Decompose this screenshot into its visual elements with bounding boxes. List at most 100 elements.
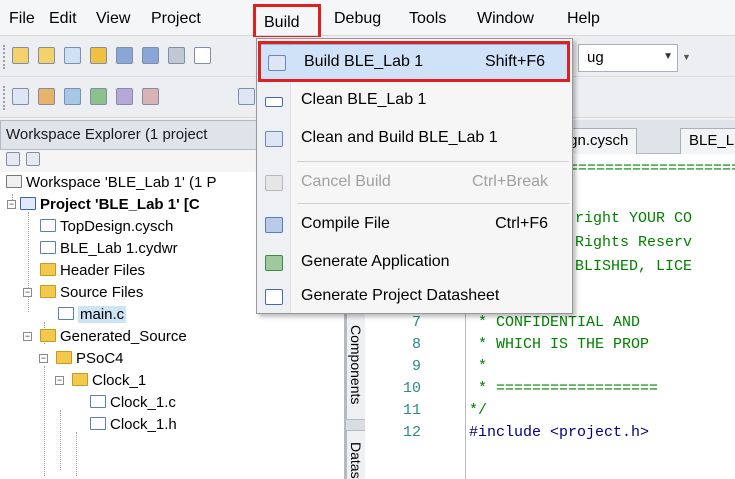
schematic-icon [40,219,56,232]
tab-datasheet[interactable]: Datas [346,430,366,479]
build-toolbar-icon[interactable] [12,88,29,105]
menu-item-label: Generate Application [301,253,450,270]
build-menu-highlight-annotation [253,4,321,39]
collapse-toggle[interactable]: − [23,332,32,341]
menu-item-label: Cancel Build [301,173,391,190]
menu-item-clean-and-build[interactable]: Clean and Build BLE_Lab 1 [257,121,572,157]
tree-item-header-files[interactable]: Header Files [40,260,145,282]
code-line: * ================== [469,380,659,397]
collapse-all-icon[interactable] [6,152,20,166]
folder-icon [72,373,88,386]
debug-start-icon[interactable] [90,88,107,105]
menu-debug[interactable]: Debug [334,8,381,30]
chevron-down-icon[interactable]: ▼ [663,51,673,62]
menu-item-label: Clean BLE_Lab 1 [301,91,427,108]
h-file-icon [90,417,106,430]
align-icon[interactable] [238,88,255,105]
build-configuration-value: ug [587,49,604,66]
workspace-explorer-title: Workspace Explorer (1 project [6,126,208,143]
menu-item-label: Clean and Build BLE_Lab 1 [301,129,498,146]
save-icon[interactable] [116,47,133,64]
tree-item-clock1-c[interactable]: Clock_1.c [90,392,176,414]
new-project-icon[interactable] [12,47,29,64]
tree-item-label: PSoC4 [76,350,124,367]
tree-item-label: TopDesign.cysch [60,218,174,235]
tree-item-cydwr[interactable]: BLE_Lab 1.cydwr [40,238,178,260]
line-number: 11 [402,402,421,419]
toolbar-grip[interactable] [3,45,6,69]
tree-item-label: Header Files [60,262,146,279]
menu-item-cancel-build[interactable]: Cancel Build Ctrl+Break [257,165,572,201]
tree-item-label: Source Files [60,284,144,301]
line-number: 9 [411,358,421,375]
menu-separator [297,161,569,162]
datasheet-icon [265,289,283,305]
tree-item-label: main.c [78,306,127,323]
component-icon[interactable] [116,88,133,105]
workspace-icon [6,175,22,188]
build-configuration-select[interactable]: ug ▼ [578,44,678,72]
code-line: * CONFIDENTIAL AND [469,314,641,331]
generate-app-icon [265,255,283,271]
print-preview-icon[interactable] [194,47,211,64]
menu-project[interactable]: Project [151,8,201,30]
tab-ble-lab[interactable]: BLE_L [680,128,735,154]
show-files-icon[interactable] [26,152,40,166]
menu-item-compile-file[interactable]: Compile File Ctrl+F6 [257,207,572,243]
clean-toolbar-icon[interactable] [38,88,55,105]
code-line: #include <project.h> [469,424,650,441]
menu-window[interactable]: Window [477,8,534,30]
tree-item-main-c[interactable]: main.c [58,304,127,326]
folder-icon [40,263,56,276]
code-line: */ [469,402,488,419]
menu-tools[interactable]: Tools [409,8,446,30]
code-line: BLISHED, LICE [575,258,693,275]
line-number: 12 [402,424,421,441]
folder-icon [56,351,72,364]
open-folder-icon[interactable] [90,47,107,64]
tree-item-topdesign[interactable]: TopDesign.cysch [40,216,173,238]
menu-edit[interactable]: Edit [49,8,77,30]
c-file-icon [58,307,74,320]
collapse-toggle[interactable]: − [55,376,64,385]
tree-item-source-files[interactable]: Source Files [40,282,143,304]
menu-bar: File Edit View Project Build Debug Tools… [0,0,735,36]
line-number: 8 [411,336,421,353]
print-icon[interactable] [168,47,185,64]
code-line: ============================ [560,160,735,177]
toolbar-grip[interactable] [3,86,6,110]
menu-item-label: Generate Project Datasheet [301,287,500,304]
menu-view[interactable]: View [96,8,130,30]
add-item-icon[interactable] [64,47,81,64]
menu-file[interactable]: File [9,8,35,30]
collapse-toggle[interactable]: − [7,200,16,209]
menu-item-shortcut: Ctrl+Break [471,173,548,190]
tree-item-project[interactable]: Project 'BLE_Lab 1' [C [20,194,200,216]
c-file-icon [90,395,106,408]
clean-icon [265,97,283,107]
collapse-toggle[interactable]: − [39,354,48,363]
tree-item-clock1-h[interactable]: Clock_1.h [90,414,177,436]
tree-item-clock1[interactable]: Clock_1 [72,370,146,392]
tree-item-label: Clock_1.c [110,394,176,411]
code-line: * [469,358,488,375]
menu-item-generate-datasheet[interactable]: Generate Project Datasheet [257,279,572,315]
collapse-toggle[interactable]: − [23,288,32,297]
save-all-icon[interactable] [142,47,159,64]
menu-item-generate-application[interactable]: Generate Application [257,245,572,281]
project-icon [20,197,36,210]
toolbar-overflow-icon[interactable]: ▼ [682,52,691,62]
tree-item-generated-source[interactable]: Generated_Source [40,326,187,348]
tab-components[interactable]: Components [346,310,366,420]
folder-icon [40,285,56,298]
menu-item-label: Compile File [301,215,390,232]
new-file-icon[interactable] [38,47,55,64]
cancel-build-icon [265,175,283,191]
menu-item-clean[interactable]: Clean BLE_Lab 1 [257,83,572,119]
tree-item-workspace[interactable]: Workspace 'BLE_Lab 1' (1 P [6,172,217,194]
design-wide-resources-icon [40,241,56,254]
menu-help[interactable]: Help [567,8,600,30]
debug-stop-icon[interactable] [142,88,159,105]
tree-item-psoc4[interactable]: PSoC4 [56,348,124,370]
program-icon[interactable] [64,88,81,105]
